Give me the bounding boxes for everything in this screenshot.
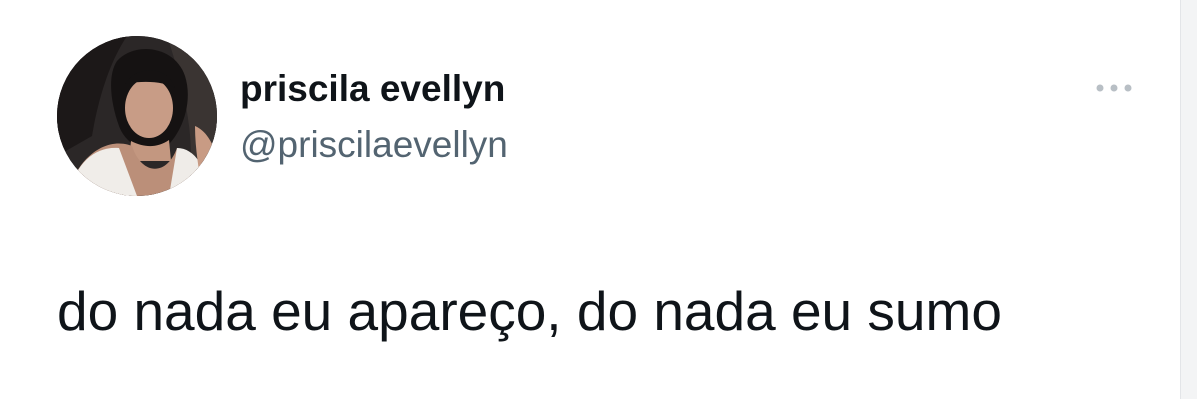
tweet-text: do nada eu apareço, do nada eu sumo xyxy=(57,280,1002,342)
tweet-card: priscila evellyn @priscilaevellyn do nad… xyxy=(0,0,1180,399)
scroll-edge xyxy=(1180,0,1197,399)
display-name[interactable]: priscila evellyn xyxy=(240,66,505,112)
more-horizontal-icon xyxy=(1096,84,1132,92)
more-options-button[interactable] xyxy=(1092,76,1136,100)
user-handle[interactable]: @priscilaevellyn xyxy=(240,122,508,168)
avatar[interactable] xyxy=(57,36,217,196)
avatar-image xyxy=(57,36,217,196)
